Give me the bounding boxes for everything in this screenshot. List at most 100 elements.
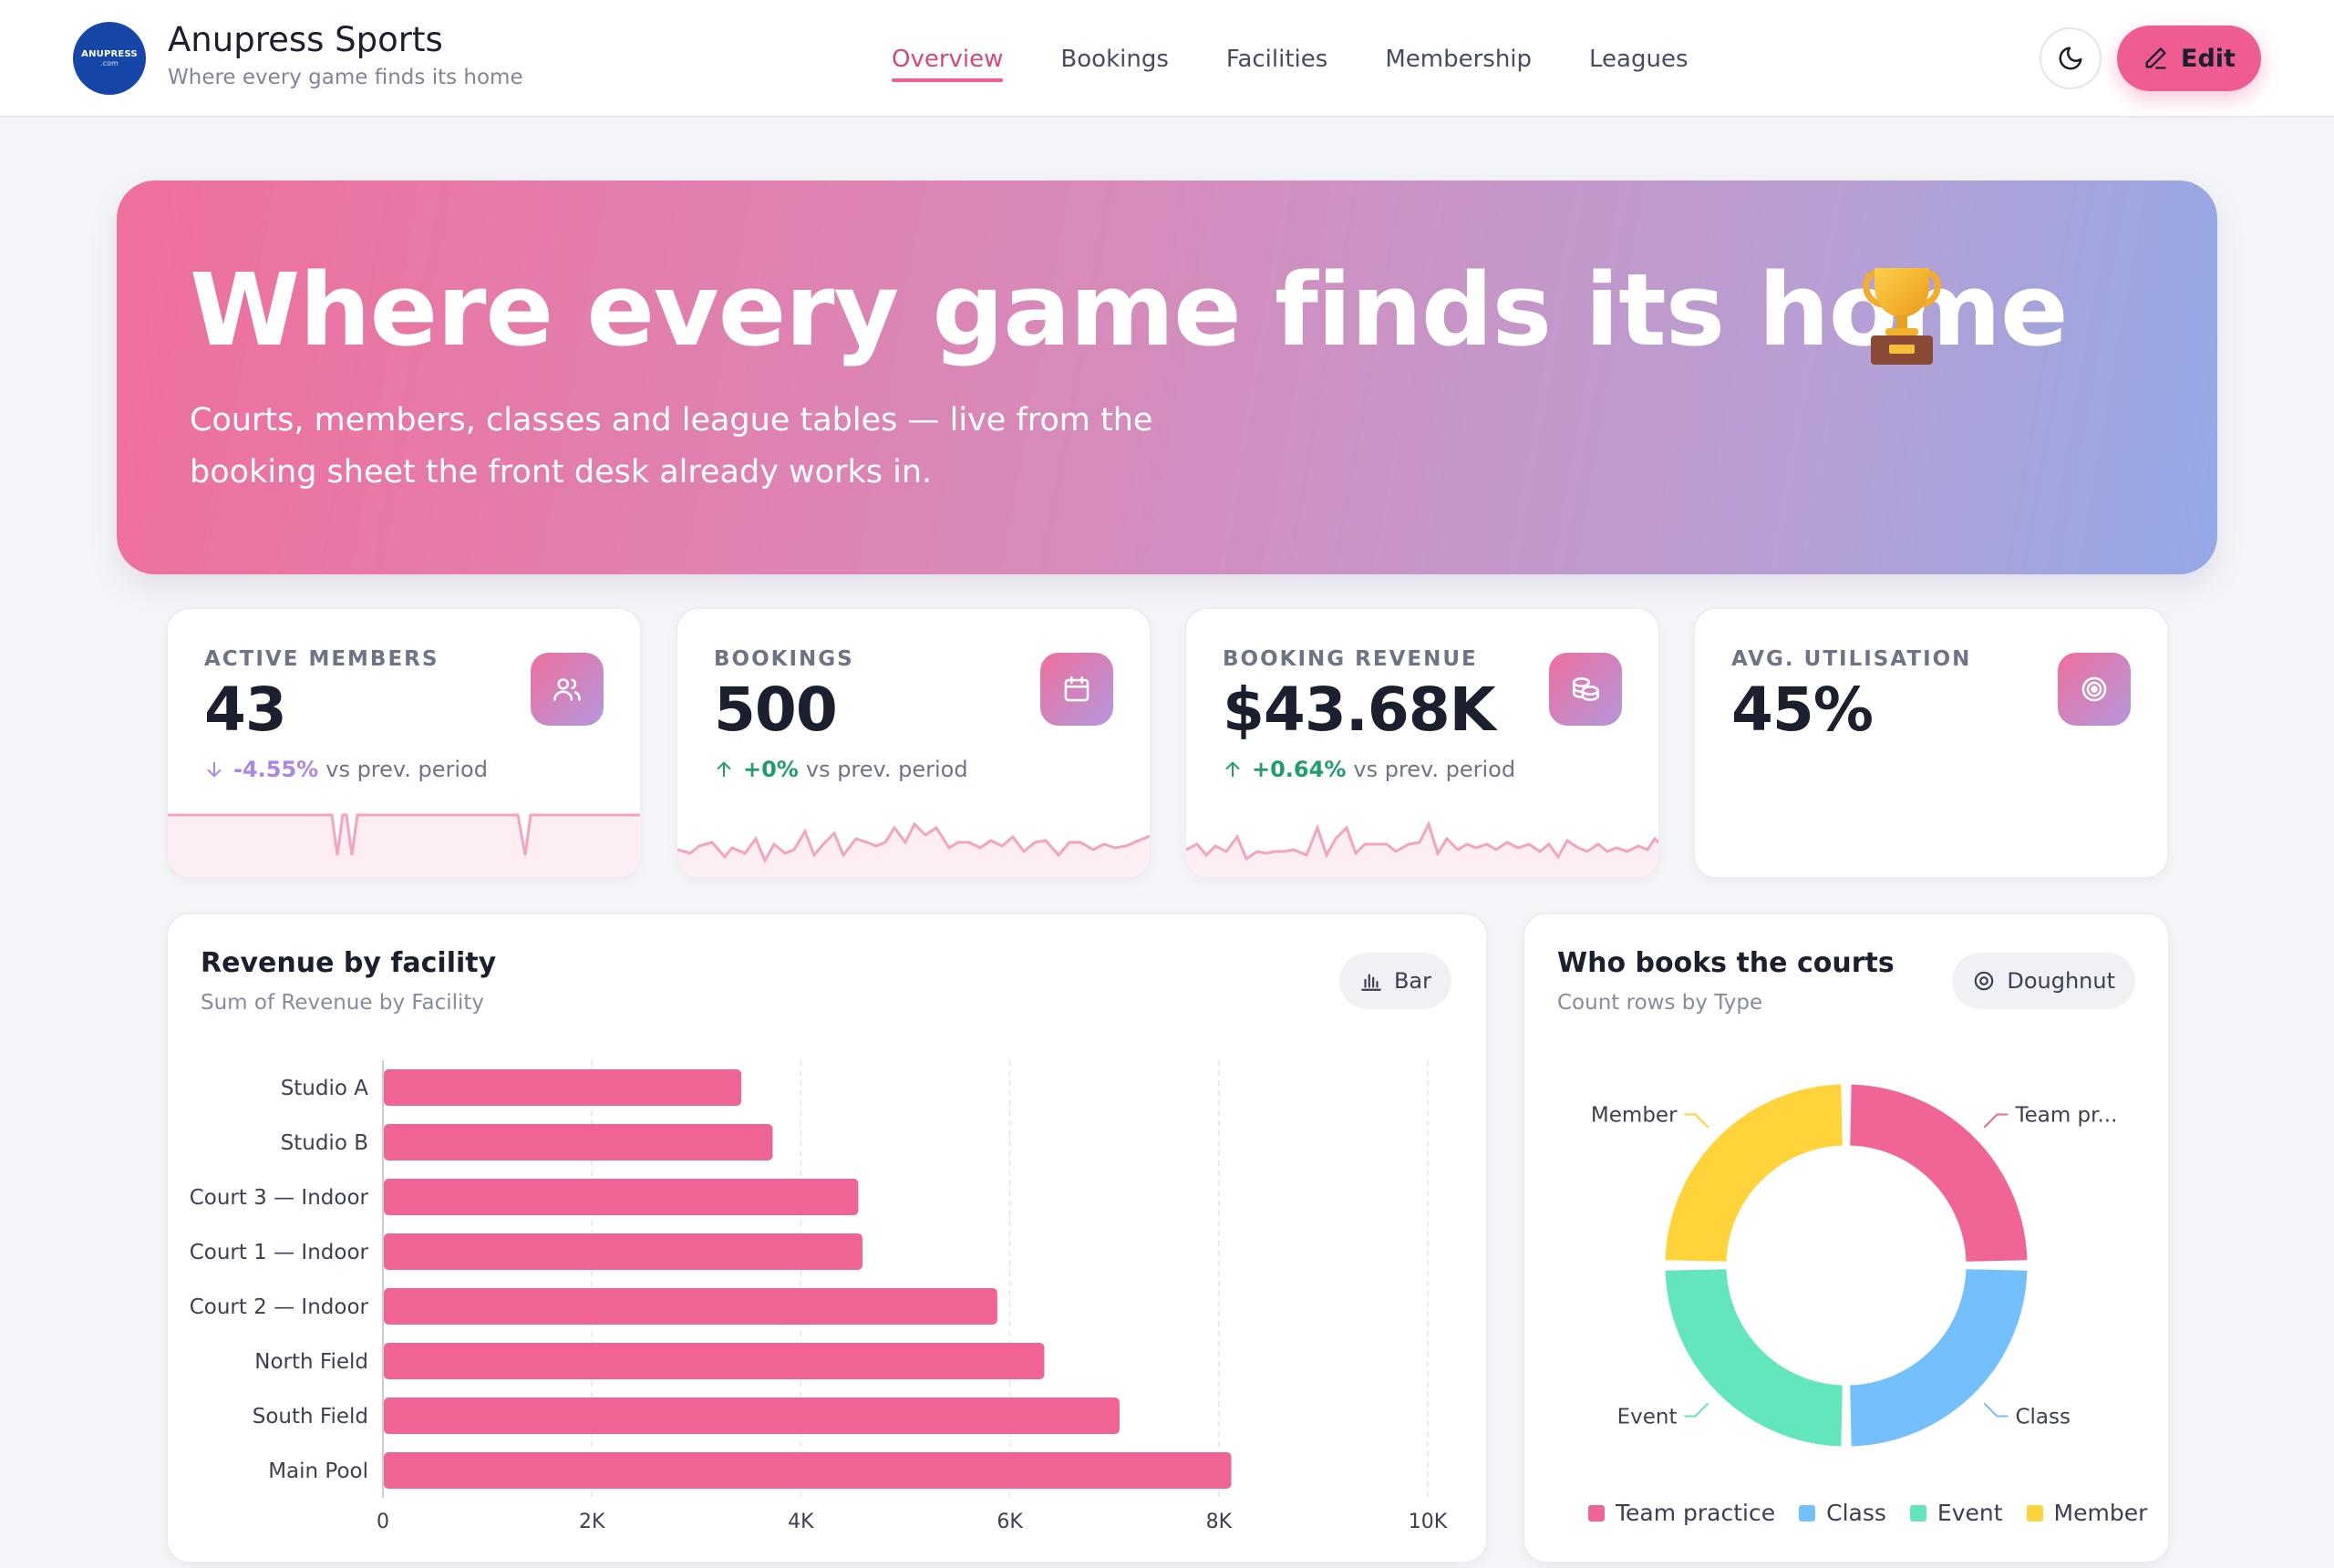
- theme-toggle-button[interactable]: [2040, 27, 2102, 89]
- x-tick-label: 4K: [788, 1511, 814, 1533]
- main-nav: Overview Bookings Facilities Membership …: [892, 46, 1746, 82]
- arrow-down-icon: [207, 761, 222, 778]
- brand-subtitle: Where every game finds its home: [168, 66, 523, 89]
- nav-facilities[interactable]: Facilities: [1226, 46, 1327, 82]
- bar[interactable]: [384, 1124, 773, 1161]
- hero-title: Where every game finds its home: [190, 252, 2069, 368]
- bar[interactable]: [384, 1069, 742, 1106]
- arrow-up-icon: [1225, 761, 1240, 778]
- x-tick-label: 2K: [579, 1511, 605, 1533]
- kpi-trend-pct: +0%: [743, 757, 799, 782]
- doughnut-slice[interactable]: [1847, 1266, 2030, 1449]
- kpi-trend: +0% vs prev. period: [714, 757, 968, 782]
- category-label: North Field: [254, 1350, 368, 1374]
- kpi-trend-text: vs prev. period: [1353, 757, 1516, 782]
- kpi-label: AVG. UTILISATION: [1731, 647, 1972, 671]
- x-tick-label: 0: [377, 1511, 389, 1533]
- arrow-up-icon: [717, 761, 731, 778]
- kpi-value: 43: [204, 675, 287, 745]
- nav-overview[interactable]: Overview: [892, 46, 1004, 82]
- slice-leader-line: [1983, 1113, 2009, 1129]
- legend-label: Member: [2053, 1500, 2148, 1526]
- category-label: Studio B: [281, 1131, 368, 1155]
- doughnut-slice[interactable]: [1662, 1266, 1845, 1449]
- sparkline: [677, 821, 1150, 877]
- bar[interactable]: [384, 1288, 997, 1325]
- kpi-label: ACTIVE MEMBERS: [204, 647, 439, 671]
- legend-swatch: [1588, 1504, 1605, 1522]
- moon-icon: [2059, 46, 2082, 70]
- kpi-trend-pct: -4.55%: [233, 757, 319, 782]
- x-tick-label: 8K: [1206, 1511, 1233, 1533]
- brand-title: Anupress Sports: [168, 20, 443, 59]
- slice-label: Event: [1617, 1405, 1678, 1429]
- pencil-icon: [2145, 47, 2166, 69]
- slice-leader-line: [1983, 1402, 2009, 1418]
- slice-leader-line: [1684, 1113, 1709, 1129]
- slice-label: Class: [2015, 1405, 2071, 1429]
- revenue-bar-chart: 0 2K 4K 6K 8K 10K Studio A Studio B Court 3 — In…: [190, 1060, 1448, 1533]
- kpi-value: 45%: [1731, 675, 1874, 745]
- slice-leader-line: [1684, 1402, 1709, 1418]
- legend-item[interactable]: Team practice: [1588, 1500, 1775, 1526]
- x-tick-label: 6K: [997, 1511, 1023, 1533]
- kpi-trend-text: vs prev. period: [325, 757, 488, 782]
- kpi-card-bookings: BOOKINGS 500 +0% vs prev. period: [676, 607, 1152, 879]
- sparkline: [1186, 820, 1658, 877]
- kpi-value: $43.68K: [1223, 675, 1496, 745]
- hero-subtitle: Courts, members, classes and league tabl…: [190, 402, 1153, 490]
- kpi-label: BOOKING REVENUE: [1223, 647, 1478, 671]
- legend-label: Team practice: [1616, 1500, 1776, 1526]
- users-icon: [531, 653, 604, 726]
- legend-swatch: [1799, 1504, 1816, 1522]
- calendar-icon: [1040, 653, 1113, 726]
- logo-subtext: .com: [100, 59, 119, 67]
- category-label: South Field: [253, 1405, 368, 1429]
- legend-swatch: [2026, 1504, 2043, 1522]
- legend-label: Class: [1826, 1500, 1886, 1526]
- kpi-value: 500: [714, 675, 838, 745]
- nav-membership[interactable]: Membership: [1385, 46, 1532, 82]
- coins-icon: [1549, 653, 1622, 726]
- doughnut-slice[interactable]: [1662, 1081, 1845, 1264]
- trophy-icon: [1863, 268, 1941, 365]
- top-header: ANUPRESS .com Anupress Sports Where ever…: [0, 0, 2334, 118]
- logo-text: ANUPRESS: [81, 49, 138, 59]
- bar[interactable]: [384, 1179, 859, 1215]
- legend-item[interactable]: Class: [1799, 1500, 1886, 1526]
- hero-banner: Where every game finds its home Courts, …: [117, 181, 2217, 574]
- brand-logo[interactable]: ANUPRESS .com: [73, 22, 146, 95]
- revenue-by-facility-panel: Revenue by facility Sum of Revenue by Fa…: [166, 913, 1488, 1563]
- bar[interactable]: [384, 1452, 1232, 1489]
- booking-type-doughnut-chart: Team pr... Class Event Member: [1591, 1081, 2117, 1449]
- legend-item[interactable]: Member: [2026, 1500, 2148, 1526]
- doughnut-slice[interactable]: [1847, 1081, 2030, 1264]
- kpi-card-active-members: ACTIVE MEMBERS 43 -4.55% vs prev. period: [166, 607, 642, 879]
- category-label: Court 1 — Indoor: [190, 1241, 369, 1264]
- edit-button[interactable]: Edit: [2117, 26, 2261, 91]
- who-books-panel: Who books the courts Count rows by Type …: [1523, 913, 2170, 1563]
- nav-leagues[interactable]: Leagues: [1589, 46, 1688, 82]
- sparkline: [168, 813, 640, 877]
- category-label: Studio A: [281, 1077, 369, 1100]
- target-icon: [2058, 653, 2131, 726]
- bar[interactable]: [384, 1398, 1120, 1434]
- legend-item[interactable]: Event: [1909, 1500, 2003, 1526]
- kpi-label: BOOKINGS: [714, 647, 854, 671]
- kpi-trend-text: vs prev. period: [805, 757, 968, 782]
- slice-label: Team pr...: [2014, 1104, 2117, 1128]
- slice-label: Member: [1591, 1104, 1678, 1128]
- nav-bookings[interactable]: Bookings: [1060, 46, 1168, 82]
- bar[interactable]: [384, 1233, 863, 1270]
- category-label: Court 2 — Indoor: [190, 1295, 369, 1319]
- x-tick-label: 10K: [1409, 1511, 1448, 1533]
- category-label: Court 3 — Indoor: [190, 1186, 369, 1210]
- chart-legend: Team practice Class Event Member: [1588, 1500, 2168, 1526]
- kpi-card-avg-utilisation: AVG. UTILISATION 45%: [1693, 607, 2169, 879]
- kpi-trend: +0.64% vs prev. period: [1223, 757, 1515, 782]
- bar[interactable]: [384, 1343, 1045, 1379]
- kpi-trend: -4.55% vs prev. period: [204, 757, 488, 782]
- kpi-trend-pct: +0.64%: [1252, 757, 1347, 782]
- legend-swatch: [1909, 1504, 1926, 1522]
- edit-label: Edit: [2181, 44, 2236, 73]
